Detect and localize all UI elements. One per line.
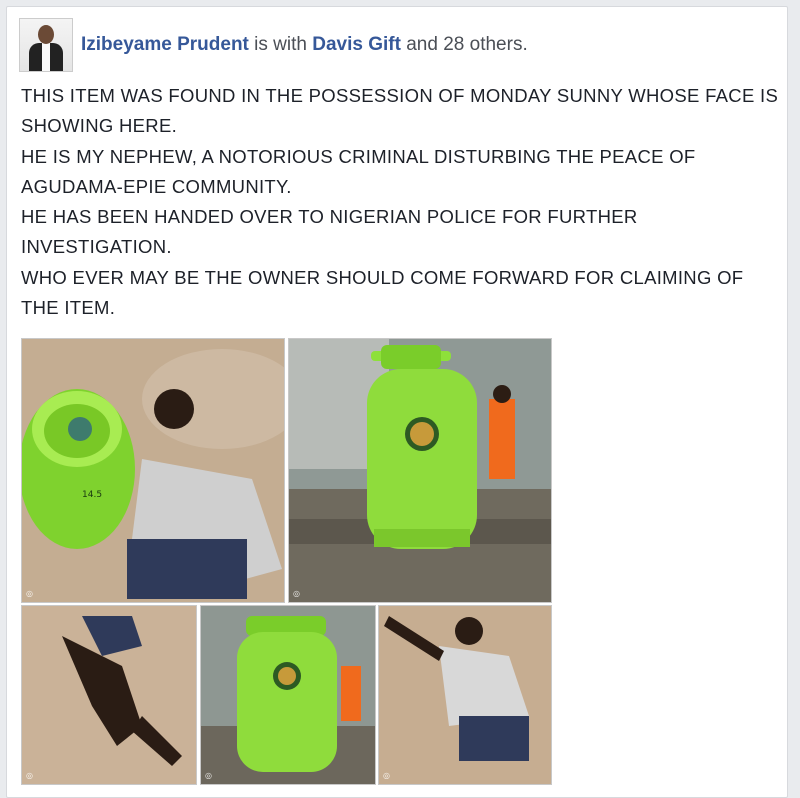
facebook-post: Izibeyame Prudent is with Davis Gift and…	[6, 6, 788, 798]
photo-illustration: 14.5	[22, 339, 284, 602]
watermark-icon: ◎	[26, 589, 33, 598]
others-link[interactable]: 28 others.	[443, 34, 528, 55]
author-name-link[interactable]: Izibeyame Prudent	[81, 34, 249, 55]
post-header: Izibeyame Prudent is with Davis Gift and…	[19, 17, 528, 73]
post-paragraph: WHO EVER MAY BE THE OWNER SHOULD COME FO…	[21, 266, 744, 319]
post-paragraph: HE IS MY NEPHEW, A NOTORIOUS CRIMINAL DI…	[21, 145, 696, 197]
post-body: THIS ITEM WAS FOUND IN THE POSSESSION OF…	[21, 81, 781, 323]
post-headline: Izibeyame Prudent is with Davis Gift and…	[81, 34, 528, 56]
tagged-friend-link[interactable]: Davis Gift	[312, 34, 401, 55]
watermark-icon: ◎	[383, 771, 390, 780]
photo-illustration	[379, 606, 551, 784]
and-text: and	[406, 34, 438, 55]
watermark-icon: ◎	[293, 589, 300, 598]
man-lying-arms-spread-photo[interactable]: ◎	[378, 605, 552, 785]
gas-cylinder-closeup-photo[interactable]: ◎	[200, 605, 376, 785]
watermark-icon: ◎	[205, 771, 212, 780]
author-avatar[interactable]	[19, 18, 73, 72]
photo-illustration	[22, 606, 196, 784]
photo-illustration	[289, 339, 551, 602]
gas-cylinder-on-bench-photo[interactable]: ◎	[288, 338, 552, 603]
post-paragraph: HE HAS BEEN HANDED OVER TO NIGERIAN POLI…	[21, 206, 638, 258]
man-lying-face-down-photo[interactable]: ◎	[21, 605, 197, 785]
watermark-icon: ◎	[26, 771, 33, 780]
post-paragraph: THIS ITEM WAS FOUND IN THE POSSESSION OF…	[21, 85, 779, 137]
with-text: is with	[254, 34, 307, 55]
cylinder-label: 14.5	[82, 490, 102, 500]
man-with-gas-cylinder-photo[interactable]: 14.5 ◎	[21, 338, 285, 603]
photo-illustration	[201, 606, 375, 784]
